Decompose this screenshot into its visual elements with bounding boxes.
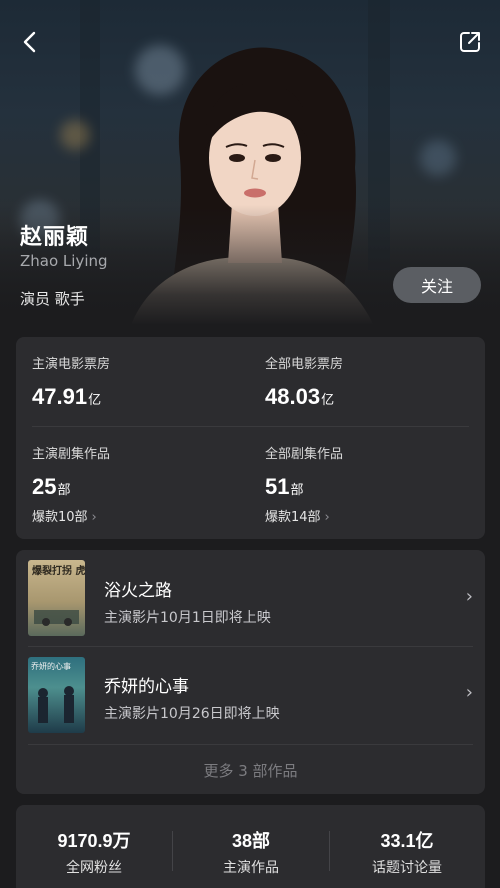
summary-fans: 9170.9万 全网粉丝 <box>16 827 172 877</box>
stat-lead-film-box-office: 主演电影票房 47.91亿 <box>32 353 110 410</box>
stat-label: 主演剧集作品 <box>32 447 111 462</box>
summary-value: 33.1亿 <box>380 831 434 851</box>
hit-count-link[interactable]: 爆款10部 › <box>32 506 110 525</box>
summary-label: 全网粉丝 <box>66 860 122 876</box>
stat-value: 51部 <box>265 474 304 499</box>
follow-button[interactable]: 关注 <box>393 267 481 303</box>
summary-label: 话题讨论量 <box>372 860 442 876</box>
chevron-right-icon: › <box>91 510 97 525</box>
stat-value: 47.91亿 <box>32 384 102 409</box>
upcoming-works-card: 爆裂打拐 虎狼营救 浴火之路 主演影片10月1日即将上映 › 乔妍的心事 乔妍的… <box>16 550 485 794</box>
chevron-left-icon <box>23 31 36 53</box>
summary-stats-card: 9170.9万 全网粉丝 38部 主演作品 33.1亿 话题讨论量 <box>16 805 485 888</box>
stat-value: 48.03亿 <box>265 384 335 409</box>
work-subtitle: 主演影片10月26日即将上映 <box>104 706 280 722</box>
stat-label: 全部电影票房 <box>265 357 344 372</box>
summary-value: 38部 <box>231 831 271 851</box>
hit-count-link[interactable]: 爆款14部 › <box>265 506 343 525</box>
share-icon <box>460 32 480 52</box>
chevron-right-icon: › <box>324 510 330 525</box>
share-button[interactable] <box>456 28 484 56</box>
work-item[interactable]: 爆裂打拐 虎狼营救 浴火之路 主演影片10月1日即将上映 › <box>16 550 485 646</box>
stat-label: 主演电影票房 <box>32 357 111 372</box>
chevron-right-icon: › <box>465 586 473 607</box>
summary-label: 主演作品 <box>223 860 279 876</box>
artist-roles: 演员 歌手 <box>20 290 85 308</box>
stat-value: 25部 <box>32 474 71 499</box>
summary-lead-works: 38部 主演作品 <box>173 827 329 877</box>
svg-text:爆裂打拐 虎狼营救: 爆裂打拐 虎狼营救 <box>32 564 85 577</box>
chevron-right-icon: › <box>465 682 473 703</box>
more-works-link[interactable]: 更多 3 部作品 <box>16 760 485 781</box>
stat-lead-series: 主演剧集作品 25部 爆款10部 › <box>32 443 110 525</box>
poster-image: 爆裂打拐 虎狼营救 <box>28 560 85 636</box>
stat-all-film-box-office: 全部电影票房 48.03亿 <box>265 353 343 410</box>
box-office-stats-card: 主演电影票房 47.91亿 全部电影票房 48.03亿 主演剧集作品 25部 爆… <box>16 337 485 539</box>
stat-label: 全部剧集作品 <box>265 447 344 462</box>
stat-all-series: 全部剧集作品 51部 爆款14部 › <box>265 443 343 525</box>
back-button[interactable] <box>14 26 46 58</box>
poster-image: 乔妍的心事 <box>28 657 85 733</box>
divider <box>32 426 469 427</box>
work-title: 浴火之路 <box>104 581 172 601</box>
svg-text:乔妍的心事: 乔妍的心事 <box>31 661 71 671</box>
summary-topic-discussions: 33.1亿 话题讨论量 <box>329 827 485 877</box>
work-title: 乔妍的心事 <box>104 677 189 697</box>
summary-value: 9170.9万 <box>57 831 131 851</box>
artist-name-en: Zhao Liying <box>20 252 108 270</box>
artist-name: 赵丽颖 <box>20 225 90 250</box>
work-subtitle: 主演影片10月1日即将上映 <box>104 610 271 626</box>
divider <box>28 744 473 745</box>
work-item[interactable]: 乔妍的心事 乔妍的心事 主演影片10月26日即将上映 › <box>16 647 485 743</box>
